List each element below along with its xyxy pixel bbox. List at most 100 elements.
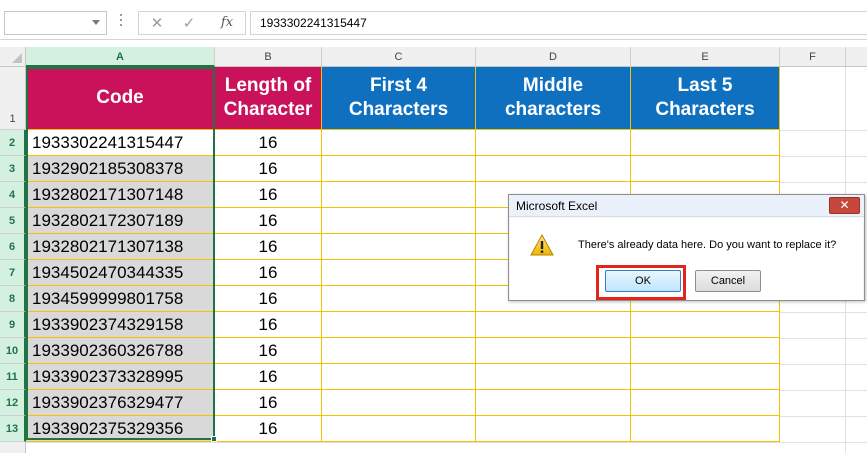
row-header-4[interactable]: 4 <box>0 182 26 208</box>
cell-d3[interactable] <box>476 156 631 182</box>
row-header-3[interactable]: 3 <box>0 156 26 182</box>
row-header-10[interactable]: 10 <box>0 338 26 364</box>
cell-e9[interactable] <box>631 312 780 338</box>
cell-c6[interactable] <box>322 234 476 260</box>
cell-a3[interactable]: 1932902185308378 <box>26 156 215 182</box>
row-header-7[interactable]: 7 <box>0 260 26 286</box>
cell-e3[interactable] <box>631 156 780 182</box>
header-length[interactable]: Length of Character <box>215 67 322 130</box>
gridline <box>780 312 867 313</box>
cell-a5[interactable]: 1932802172307189 <box>26 208 215 234</box>
cell-c8[interactable] <box>322 286 476 312</box>
row-header-1[interactable]: 1 <box>0 67 26 130</box>
cell-d11[interactable] <box>476 364 631 390</box>
row-header-5[interactable]: 5 <box>0 208 26 234</box>
cell-c2[interactable] <box>322 130 476 156</box>
column-header-a[interactable]: A <box>26 47 215 67</box>
cell-a13[interactable]: 1933902375329356 <box>26 416 215 442</box>
cell-d13[interactable] <box>476 416 631 442</box>
cell-c11[interactable] <box>322 364 476 390</box>
column-header-b[interactable]: B <box>215 47 322 67</box>
header-first4[interactable]: First 4 Characters <box>322 67 476 130</box>
gridline <box>780 182 867 183</box>
header-middle[interactable]: Middle characters <box>476 67 631 130</box>
cell-d10[interactable] <box>476 338 631 364</box>
row-header-11[interactable]: 11 <box>0 364 26 390</box>
formula-bar-grip-icon[interactable] <box>120 14 123 30</box>
cell-a4[interactable]: 1932802171307148 <box>26 182 215 208</box>
header-last5-line2: Characters <box>655 99 755 120</box>
cell-e12[interactable] <box>631 390 780 416</box>
cancel-button[interactable]: Cancel <box>695 270 761 292</box>
column-header-g[interactable] <box>846 47 867 67</box>
row-header-13[interactable]: 13 <box>0 416 26 442</box>
cell-b6[interactable]: 16 <box>215 234 322 260</box>
cell-c10[interactable] <box>322 338 476 364</box>
cell-e10[interactable] <box>631 338 780 364</box>
gridline <box>780 338 867 339</box>
cell-c5[interactable] <box>322 208 476 234</box>
gridline <box>780 364 867 365</box>
cell-b12[interactable]: 16 <box>215 390 322 416</box>
row-header-2[interactable]: 2 <box>0 130 26 156</box>
cell-b3[interactable]: 16 <box>215 156 322 182</box>
cell-b13[interactable]: 16 <box>215 416 322 442</box>
header-middle-line2: characters <box>504 99 602 120</box>
cell-b9[interactable]: 16 <box>215 312 322 338</box>
column-header-e[interactable]: E <box>631 47 780 67</box>
gridline <box>780 416 867 417</box>
cell-a2[interactable]: 1933302241315447 <box>26 130 215 156</box>
row-header-14[interactable] <box>0 442 26 453</box>
cell-c7[interactable] <box>322 260 476 286</box>
cell-b8[interactable]: 16 <box>215 286 322 312</box>
close-icon[interactable]: ✕ <box>829 197 860 214</box>
name-box[interactable] <box>4 11 107 35</box>
row-header-12[interactable]: 12 <box>0 390 26 416</box>
header-code[interactable]: Code <box>26 67 215 130</box>
cancel-formula-icon[interactable]: ✕ <box>145 14 169 32</box>
formula-bar: ✕ ✓ fx 1933302241315447 <box>0 0 867 40</box>
cell-b5[interactable]: 16 <box>215 208 322 234</box>
insert-function-icon[interactable]: fx <box>215 14 239 32</box>
cell-d9[interactable] <box>476 312 631 338</box>
cell-b2[interactable]: 16 <box>215 130 322 156</box>
row-header-6[interactable]: 6 <box>0 234 26 260</box>
cell-e11[interactable] <box>631 364 780 390</box>
column-header-d[interactable]: D <box>476 47 631 67</box>
cell-b11[interactable]: 16 <box>215 364 322 390</box>
column-header-c[interactable]: C <box>322 47 476 67</box>
row-header-9[interactable]: 9 <box>0 312 26 338</box>
cell-c4[interactable] <box>322 182 476 208</box>
cell-e13[interactable] <box>631 416 780 442</box>
cell-c12[interactable] <box>322 390 476 416</box>
cell-a12[interactable]: 1933902376329477 <box>26 390 215 416</box>
cell-a11[interactable]: 1933902373328995 <box>26 364 215 390</box>
header-length-line1: Length of <box>224 75 312 96</box>
cell-a9[interactable]: 1933902374329158 <box>26 312 215 338</box>
formula-input[interactable]: 1933302241315447 <box>250 11 867 35</box>
cell-b4[interactable]: 16 <box>215 182 322 208</box>
cell-a6[interactable]: 1932802171307138 <box>26 234 215 260</box>
cell-a8[interactable]: 1934599999801758 <box>26 286 215 312</box>
gridline <box>780 390 867 391</box>
cell-d2[interactable] <box>476 130 631 156</box>
header-last5[interactable]: Last 5 Characters <box>631 67 780 130</box>
dialog-title-bar[interactable]: Microsoft Excel ✕ <box>509 195 864 217</box>
cell-c9[interactable] <box>322 312 476 338</box>
dialog-body: There's already data here. Do you want t… <box>510 218 863 300</box>
fill-handle[interactable] <box>211 436 217 442</box>
cell-e2[interactable] <box>631 130 780 156</box>
cell-a10[interactable]: 1933902360326788 <box>26 338 215 364</box>
cell-b7[interactable]: 16 <box>215 260 322 286</box>
ok-button[interactable]: OK <box>605 270 681 292</box>
enter-formula-icon[interactable]: ✓ <box>177 14 201 32</box>
cell-b10[interactable]: 16 <box>215 338 322 364</box>
column-header-f[interactable]: F <box>780 47 846 67</box>
cell-d12[interactable] <box>476 390 631 416</box>
cell-c3[interactable] <box>322 156 476 182</box>
name-box-dropdown-icon[interactable] <box>92 20 100 25</box>
cell-c13[interactable] <box>322 416 476 442</box>
cell-a7[interactable]: 1934502470344335 <box>26 260 215 286</box>
row-header-8[interactable]: 8 <box>0 286 26 312</box>
select-all-button[interactable] <box>0 47 26 67</box>
